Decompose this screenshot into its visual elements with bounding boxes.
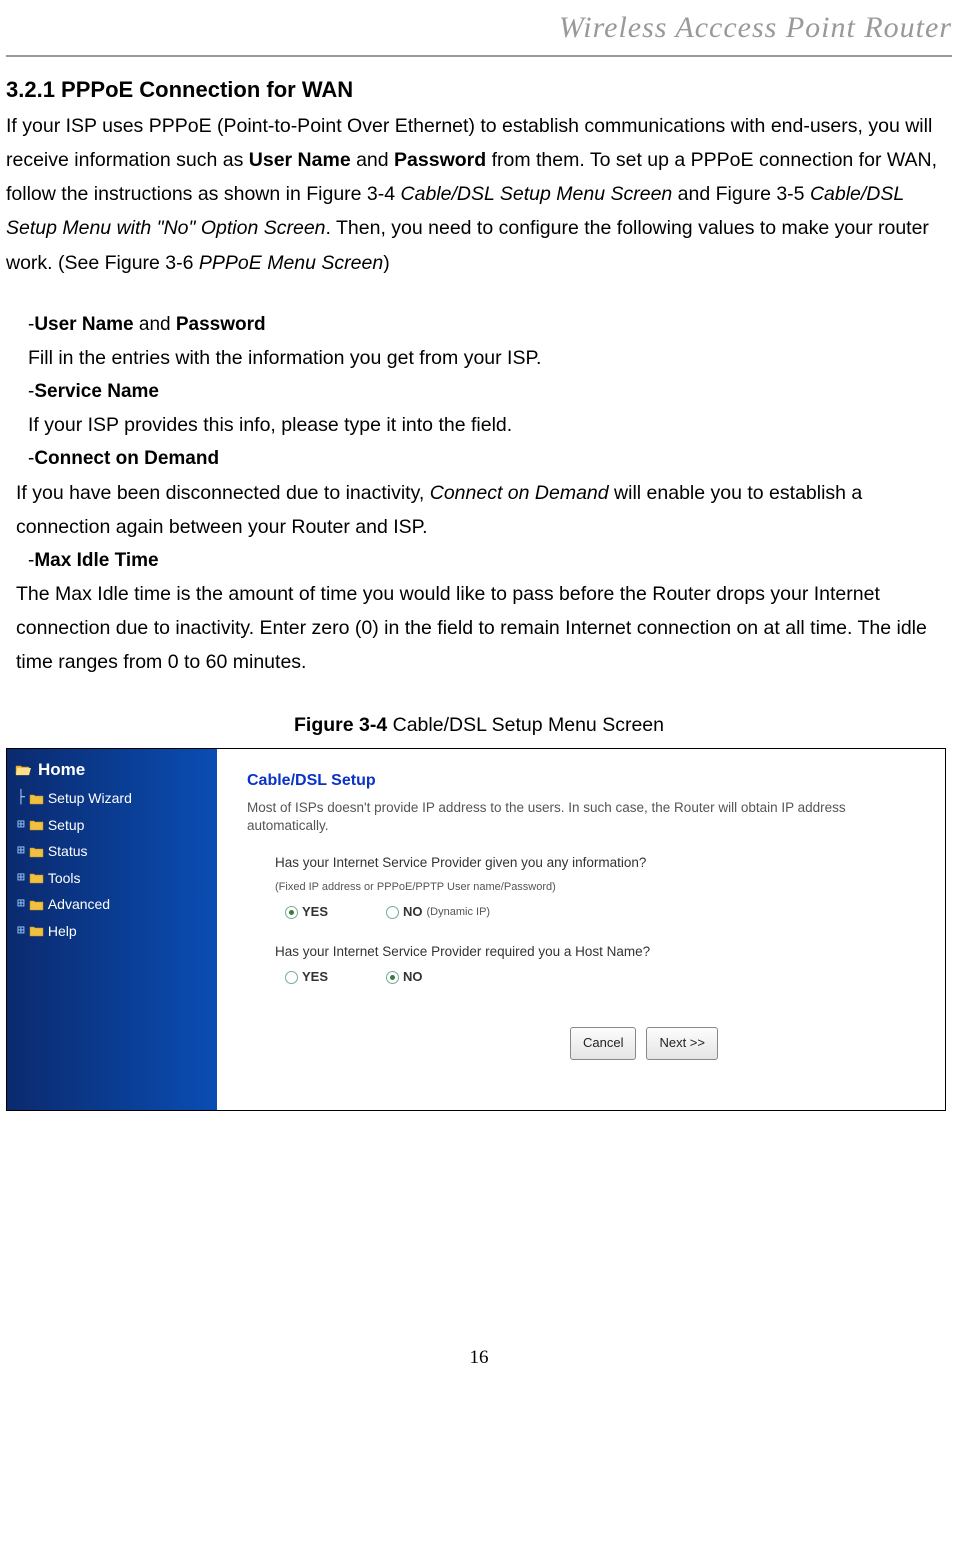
folder-open-icon: [15, 763, 32, 777]
tree-expand-icon: ⊞: [17, 920, 25, 943]
panel-title: Cable/DSL Setup: [247, 767, 921, 795]
radio-label: YES: [302, 966, 328, 989]
intro-text-4: and Figure 3-5: [672, 183, 810, 205]
panel-description: Most of ISPs doesn't provide IP address …: [247, 799, 921, 835]
radio-q1-no[interactable]: NO (Dynamic IP): [386, 901, 490, 924]
radio-label: NO: [403, 901, 423, 924]
intro-text-6: ): [383, 252, 390, 274]
list-item-4-bold: Max Idle Time: [34, 550, 158, 571]
sidebar-item-status[interactable]: ⊞ Status: [15, 839, 217, 866]
radio-q2-no[interactable]: NO: [386, 966, 423, 989]
sidebar-item-label: Advanced: [48, 892, 110, 917]
sidebar-item-label: Status: [48, 839, 88, 864]
folder-icon: [29, 899, 44, 911]
list-item-4-head: -Max Idle Time: [28, 544, 952, 577]
question-1-subnote: (Fixed IP address or PPPoE/PPTP User nam…: [275, 878, 921, 897]
sidebar-item-label: Tools: [48, 866, 81, 891]
sidebar-item-advanced[interactable]: ⊞ Advanced: [15, 892, 217, 919]
question-2: Has your Internet Service Provider requi…: [275, 940, 921, 964]
intro-bold-username: User Name: [249, 149, 351, 171]
tree-expand-icon: ⊞: [17, 814, 25, 837]
folder-icon: [29, 872, 44, 884]
list-item-3-italic: Connect on Demand: [430, 482, 609, 504]
button-row: Cancel Next >>: [367, 1027, 921, 1060]
next-button[interactable]: Next >>: [646, 1027, 718, 1060]
list-item-3-bold: Connect on Demand: [34, 448, 219, 469]
list-item-3-head: -Connect on Demand: [28, 442, 952, 475]
list-item-4-body: The Max Idle time is the amount of time …: [16, 577, 952, 679]
intro-text-2: and: [351, 149, 394, 171]
radio-icon: [285, 906, 298, 919]
tree-branch-icon: ├: [17, 787, 25, 810]
sidebar-item-label: Help: [48, 919, 77, 944]
intro-italic-fig34: Cable/DSL Setup Menu Screen: [401, 183, 673, 205]
page-header: Wireless Acccess Point Router: [6, 2, 952, 55]
sidebar-item-help[interactable]: ⊞ Help: [15, 919, 217, 946]
list-item-3-text-a: If you have been disconnected due to ina…: [16, 482, 430, 504]
radio-label: NO: [403, 966, 423, 989]
sidebar-item-label: Setup Wizard: [48, 786, 132, 811]
setup-panel: Cable/DSL Setup Most of ISPs doesn't pro…: [217, 749, 945, 1110]
figure-caption-rest: Cable/DSL Setup Menu Screen: [387, 714, 664, 736]
figure-caption-bold: Figure 3-4: [294, 714, 387, 736]
list-item-1-body: Fill in the entries with the information…: [28, 341, 952, 375]
question-1-radios: YES NO (Dynamic IP): [285, 901, 921, 924]
figure-caption: Figure 3-4 Cable/DSL Setup Menu Screen: [6, 708, 952, 742]
sidebar: Home ├ Setup Wizard ⊞ Setup ⊞ Status ⊞ T…: [7, 749, 217, 1110]
sidebar-item-tools[interactable]: ⊞ Tools: [15, 866, 217, 893]
list-item-1-head: -User Name and Password: [28, 308, 952, 341]
folder-icon: [29, 793, 44, 805]
cancel-button[interactable]: Cancel: [570, 1027, 636, 1060]
radio-subtext: (Dynamic IP): [427, 903, 491, 922]
list-item-1-bold2: Password: [176, 314, 266, 335]
page-number: 16: [6, 1341, 952, 1374]
folder-icon: [29, 925, 44, 937]
tree-expand-icon: ⊞: [17, 867, 25, 890]
intro-bold-password: Password: [394, 149, 486, 171]
question-2-radios: YES NO: [285, 966, 921, 989]
section-heading: 3.2.1 PPPoE Connection for WAN: [6, 71, 952, 110]
list-item-2-bold: Service Name: [34, 381, 159, 402]
radio-q2-yes[interactable]: YES: [285, 966, 328, 989]
sidebar-item-setup[interactable]: ⊞ Setup: [15, 813, 217, 840]
figure-screenshot: Home ├ Setup Wizard ⊞ Setup ⊞ Status ⊞ T…: [6, 748, 946, 1111]
list-item-1-bold1: User Name: [34, 314, 133, 335]
intro-italic-fig36: PPPoE Menu Screen: [199, 252, 383, 274]
tree-expand-icon: ⊞: [17, 893, 25, 916]
list-item-2-head: -Service Name: [28, 375, 952, 408]
folder-icon: [29, 846, 44, 858]
sidebar-item-setup-wizard[interactable]: ├ Setup Wizard: [15, 786, 217, 813]
sidebar-home-label: Home: [38, 755, 85, 785]
section-intro: If your ISP uses PPPoE (Point-to-Point O…: [6, 109, 952, 280]
question-1: Has your Internet Service Provider given…: [275, 851, 921, 875]
folder-icon: [29, 819, 44, 831]
tree-expand-icon: ⊞: [17, 840, 25, 863]
radio-icon: [386, 971, 399, 984]
radio-q1-yes[interactable]: YES: [285, 901, 328, 924]
radio-icon: [386, 906, 399, 919]
list-item-3-body: If you have been disconnected due to ina…: [16, 476, 952, 544]
radio-label: YES: [302, 901, 328, 924]
list-item-2-body: If your ISP provides this info, please t…: [28, 408, 952, 442]
radio-icon: [285, 971, 298, 984]
sidebar-home[interactable]: Home: [15, 755, 217, 787]
list-item-1-mid: and: [134, 314, 176, 335]
sidebar-item-label: Setup: [48, 813, 85, 838]
